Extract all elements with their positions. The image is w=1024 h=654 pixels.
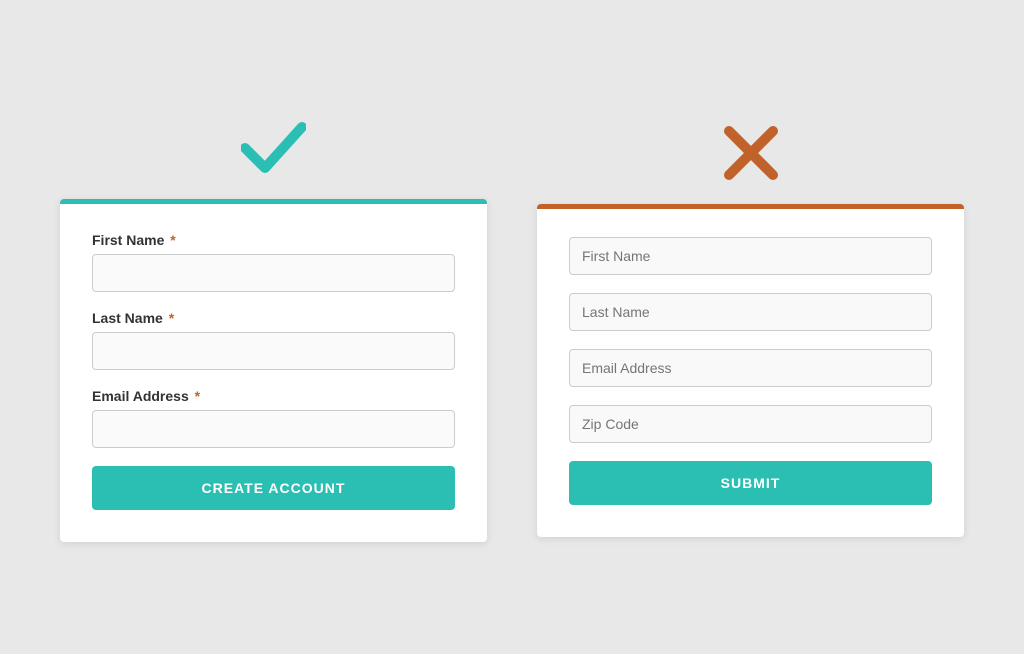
bad-email-group (569, 349, 932, 387)
good-form-card: First Name * Last Name * Email Address *… (60, 199, 487, 542)
good-form-column: First Name * Last Name * Email Address *… (60, 113, 487, 542)
bad-zip-group (569, 405, 932, 443)
good-email-label: Email Address * (92, 388, 455, 404)
bad-first-name-input[interactable] (569, 237, 932, 275)
bad-icon-wrapper (721, 118, 781, 188)
bad-form-column: SUBMIT (537, 118, 964, 537)
page-wrapper: First Name * Last Name * Email Address *… (0, 93, 1024, 562)
bad-email-input[interactable] (569, 349, 932, 387)
bad-form-card: SUBMIT (537, 204, 964, 537)
good-first-name-group: First Name * (92, 232, 455, 292)
good-first-name-input[interactable] (92, 254, 455, 292)
required-indicator: * (169, 310, 174, 326)
good-icon-wrapper (241, 113, 306, 183)
required-indicator: * (170, 232, 175, 248)
good-email-input[interactable] (92, 410, 455, 448)
good-last-name-label: Last Name * (92, 310, 455, 326)
good-last-name-input[interactable] (92, 332, 455, 370)
bad-zip-input[interactable] (569, 405, 932, 443)
create-account-button[interactable]: CREATE ACCOUNT (92, 466, 455, 510)
checkmark-icon (241, 120, 306, 175)
xmark-icon (721, 123, 781, 183)
good-first-name-label: First Name * (92, 232, 455, 248)
good-last-name-group: Last Name * (92, 310, 455, 370)
bad-first-name-group (569, 237, 932, 275)
submit-button[interactable]: SUBMIT (569, 461, 932, 505)
bad-last-name-input[interactable] (569, 293, 932, 331)
required-indicator: * (195, 388, 200, 404)
good-email-group: Email Address * (92, 388, 455, 448)
bad-last-name-group (569, 293, 932, 331)
